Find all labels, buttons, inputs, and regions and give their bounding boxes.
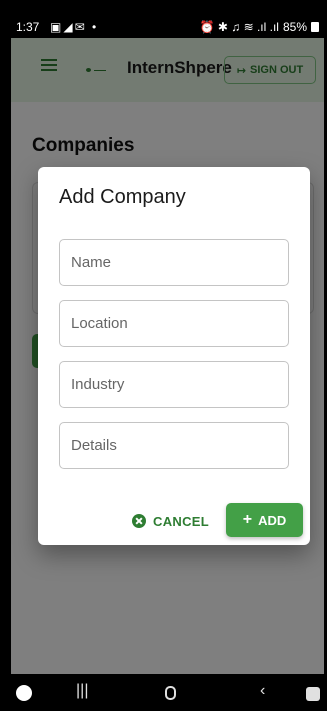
phone-screen: 1:37 ▣◢✉ • ⏰ ✱ ♫ ≋ .ıl .ıl 85% InternShp… (0, 0, 327, 711)
game-launcher-icon[interactable] (16, 685, 32, 701)
home-button[interactable] (165, 686, 176, 700)
add-button[interactable]: + ADD (226, 503, 303, 537)
name-field[interactable] (59, 239, 289, 286)
back-button[interactable]: ‹ (260, 682, 265, 700)
assistant-icon[interactable] (306, 687, 320, 701)
system-status-icons: ⏰ ✱ ♫ ≋ .ıl .ıl (199, 20, 279, 34)
cancel-label: CANCEL (153, 513, 209, 529)
plus-icon: + (242, 511, 253, 528)
industry-field[interactable] (59, 361, 289, 408)
battery-icon (311, 22, 319, 32)
cancel-icon (132, 514, 146, 528)
location-field[interactable] (59, 300, 289, 347)
recents-button[interactable]: ||| (76, 682, 88, 700)
details-field[interactable] (59, 422, 289, 469)
add-company-dialog: Add Company CANCEL + ADD (38, 167, 310, 545)
notification-icons: ▣◢✉ • (50, 20, 99, 34)
add-label: ADD (258, 512, 287, 528)
status-time: 1:37 (16, 20, 40, 34)
battery-percentage: 85% (282, 20, 307, 34)
status-right: ⏰ ✱ ♫ ≋ .ıl .ıl 85% (200, 20, 319, 34)
system-nav-bar: ||| ‹ (0, 674, 327, 711)
dialog-title: Add Company (59, 186, 186, 208)
cancel-button[interactable]: CANCEL (132, 508, 209, 534)
status-bar: 1:37 ▣◢✉ • ⏰ ✱ ♫ ≋ .ıl .ıl 85% (0, 0, 327, 38)
